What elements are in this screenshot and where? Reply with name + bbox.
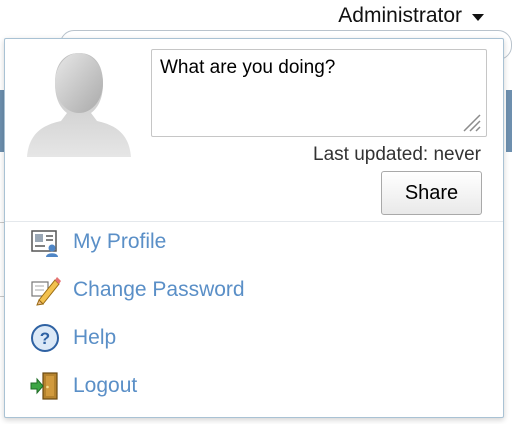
menu-item-label: Help: [73, 326, 117, 349]
user-menu-toggle[interactable]: Administrator: [338, 4, 484, 28]
menu-item-logout[interactable]: Logout: [29, 369, 469, 403]
background-panel-edge-right: [506, 90, 512, 152]
help-icon: ?: [31, 324, 59, 352]
share-button[interactable]: Share: [381, 171, 482, 215]
status-input[interactable]: [151, 49, 487, 137]
menu-item-change-password[interactable]: Change Password: [29, 273, 469, 307]
resize-grip-icon[interactable]: [460, 111, 482, 133]
caret-down-icon: [472, 13, 484, 21]
menu-item-my-profile[interactable]: My Profile: [29, 225, 469, 259]
menu-item-label: Logout: [73, 374, 138, 397]
menu-item-help[interactable]: ? Help: [29, 321, 469, 355]
menu-item-label: My Profile: [73, 230, 167, 253]
last-updated-text: Last updated: never: [313, 144, 481, 165]
logout-icon: [30, 372, 58, 400]
top-bar: Administrator: [0, 0, 512, 34]
divider: [5, 221, 503, 222]
svg-text:?: ?: [40, 329, 50, 348]
pencil-icon: [31, 277, 61, 306]
user-dropdown-panel: Last updated: never Share My Profile: [4, 38, 504, 418]
avatar: [27, 53, 131, 157]
profile-card-icon: [31, 230, 58, 257]
user-name: Administrator: [338, 4, 462, 27]
menu-item-label: Change Password: [73, 278, 245, 301]
